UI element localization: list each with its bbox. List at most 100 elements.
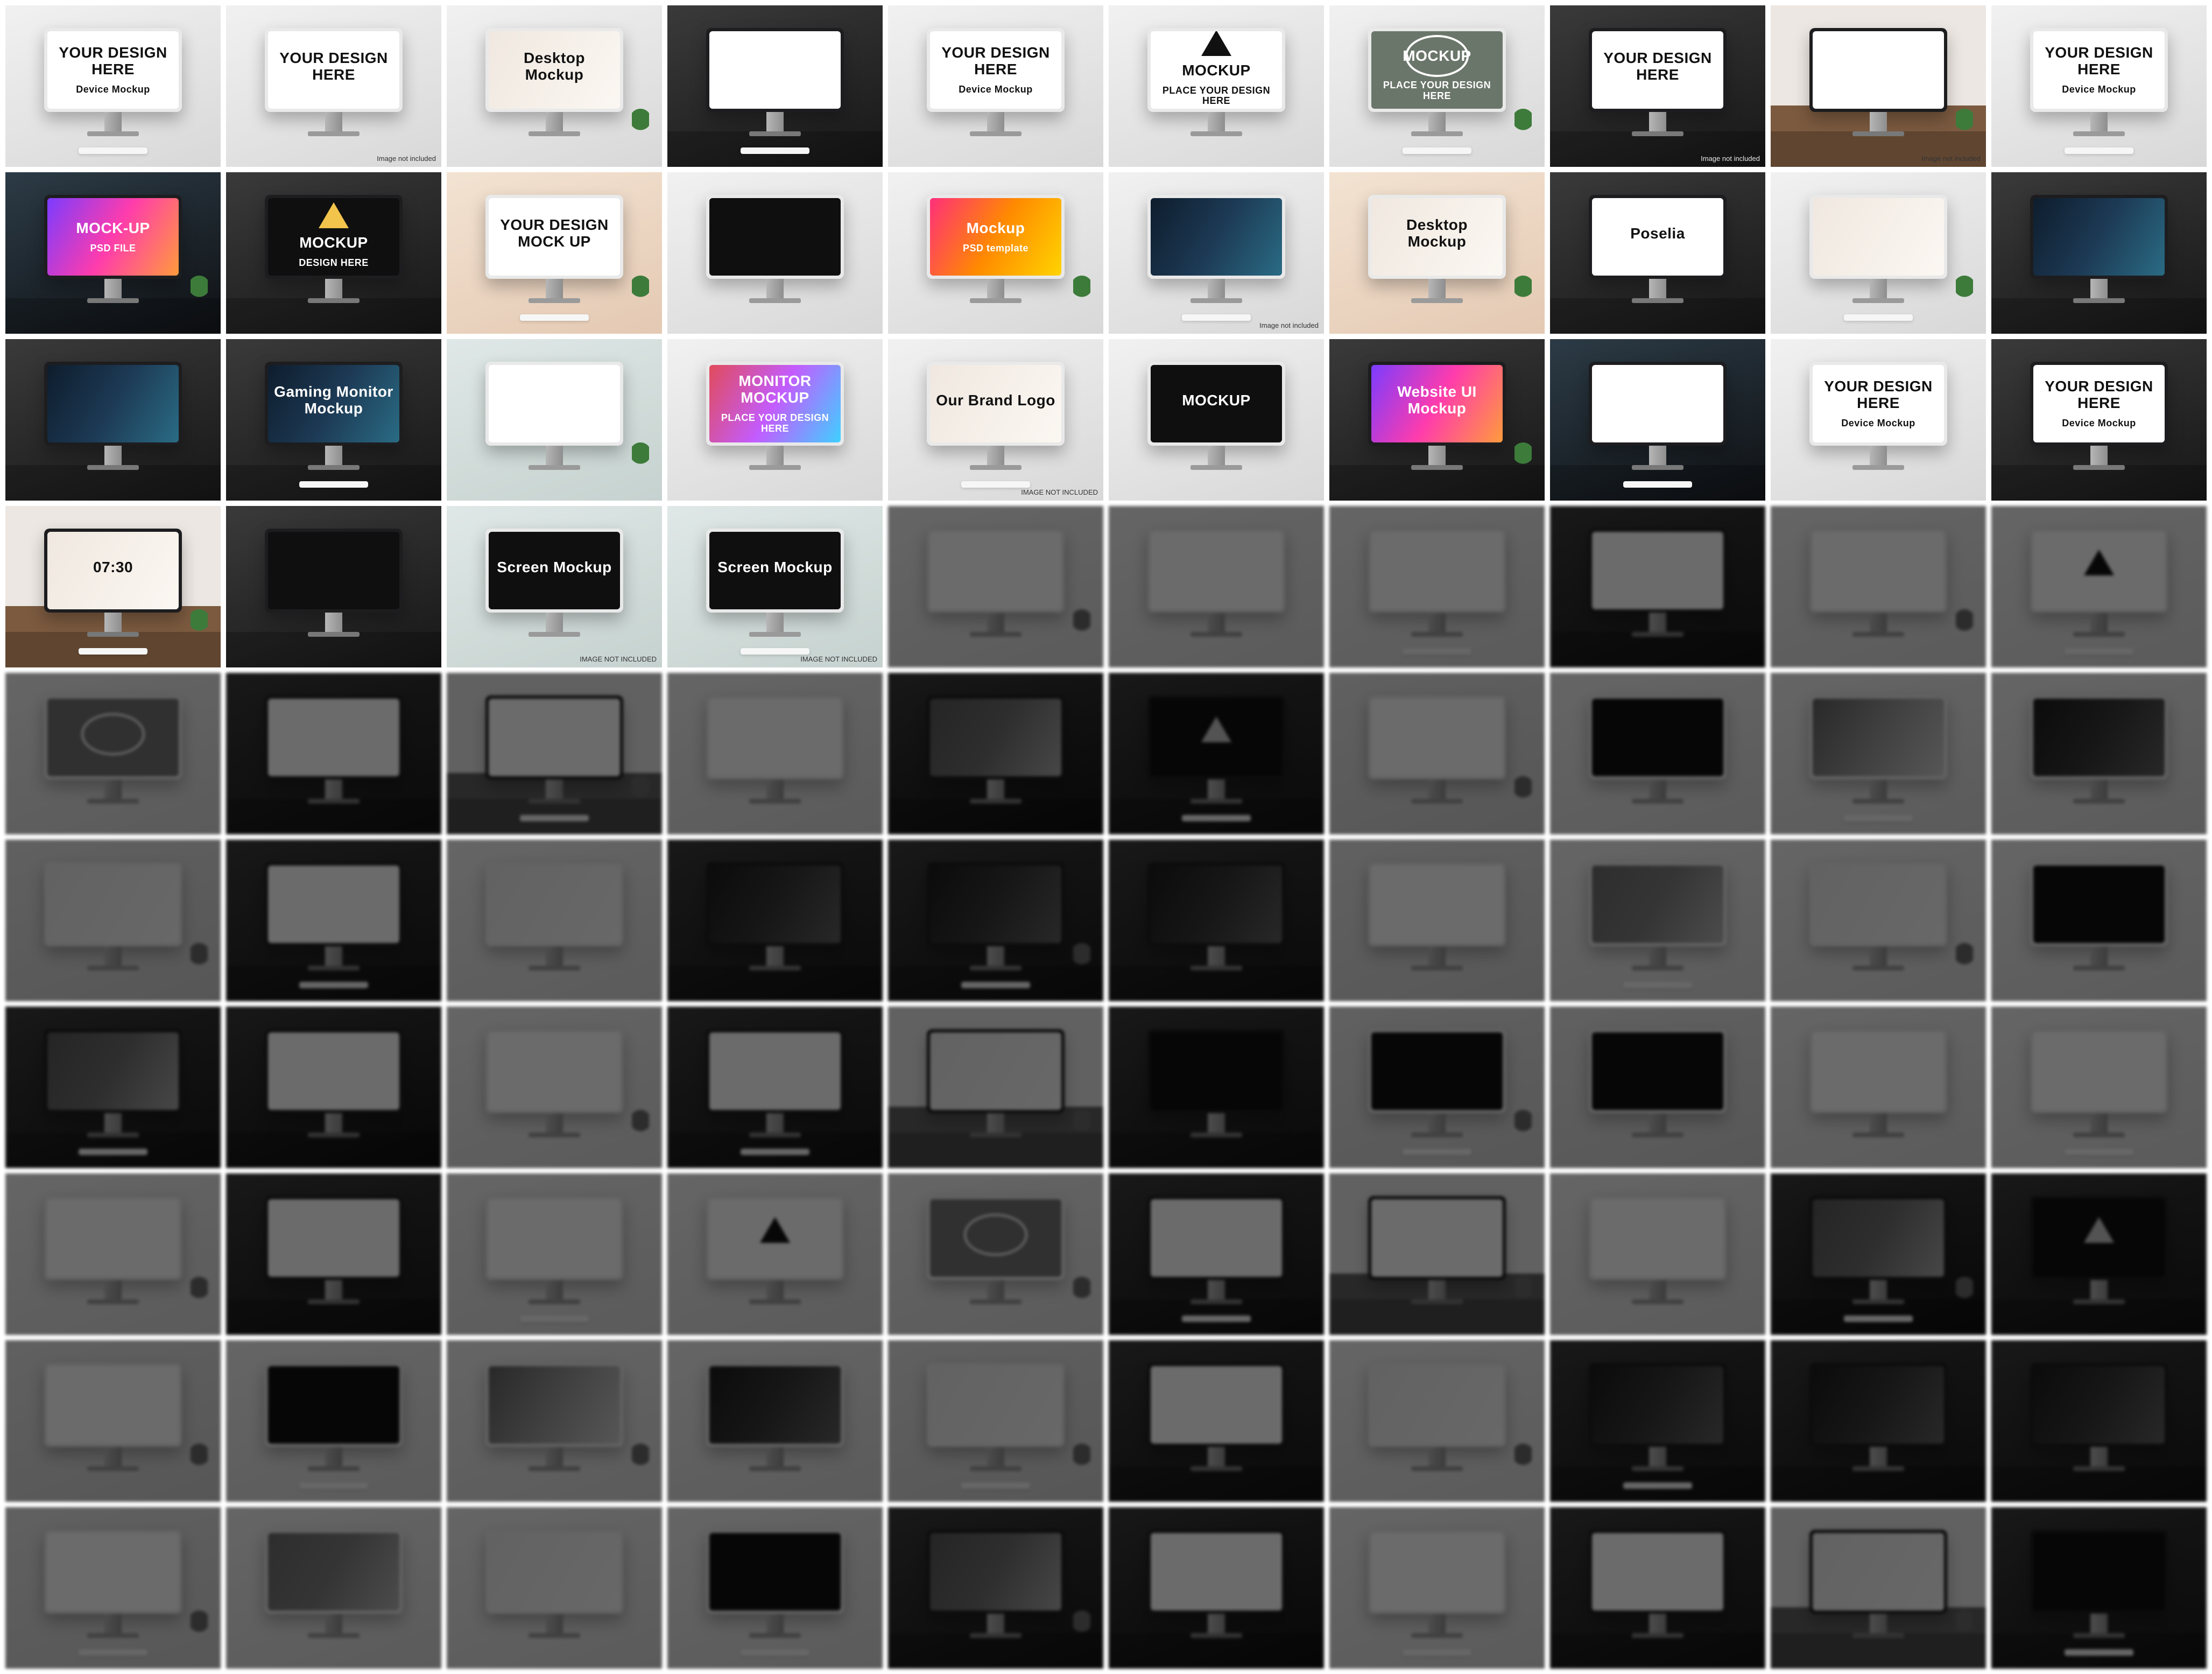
mockup-thumbnail[interactable]: YOUR DESIGN HERE Device Mockup bbox=[5, 5, 221, 167]
mockup-thumbnail[interactable] bbox=[1550, 1507, 1765, 1669]
mockup-thumbnail[interactable]: Our Brand Logo IMAGE NOT INCLUDED bbox=[888, 339, 1103, 501]
mockup-thumbnail[interactable]: 07:30 bbox=[5, 506, 221, 667]
mockup-thumbnail[interactable] bbox=[5, 1007, 221, 1168]
mockup-thumbnail[interactable]: YOUR DESIGN HERE Device Mockup bbox=[1771, 339, 1986, 501]
mockup-thumbnail[interactable] bbox=[1550, 339, 1765, 501]
mockup-thumbnail[interactable] bbox=[447, 1007, 662, 1168]
mockup-thumbnail[interactable] bbox=[888, 1173, 1103, 1335]
mockup-thumbnail[interactable] bbox=[5, 1507, 221, 1669]
mockup-thumbnail[interactable] bbox=[1771, 1173, 1986, 1335]
mockup-thumbnail[interactable] bbox=[1771, 172, 1986, 334]
mockup-thumbnail[interactable]: Desktop Mockup bbox=[447, 5, 662, 167]
mockup-thumbnail[interactable]: Screen Mockup IMAGE NOT INCLUDED bbox=[667, 506, 883, 667]
mockup-thumbnail[interactable] bbox=[1329, 1173, 1545, 1335]
mockup-thumbnail[interactable] bbox=[5, 840, 221, 1001]
mockup-thumbnail[interactable] bbox=[667, 1173, 883, 1335]
mockup-thumbnail[interactable] bbox=[1991, 172, 2207, 334]
mockup-thumbnail[interactable] bbox=[1109, 506, 1324, 667]
mockup-thumbnail[interactable] bbox=[226, 1007, 441, 1168]
mockup-thumbnail[interactable] bbox=[667, 673, 883, 834]
mockup-thumbnail[interactable] bbox=[667, 840, 883, 1001]
mockup-thumbnail[interactable]: YOUR DESIGN HERE Image not included bbox=[226, 5, 441, 167]
mockup-thumbnail[interactable] bbox=[888, 506, 1103, 667]
mockup-thumbnail[interactable] bbox=[226, 1173, 441, 1335]
mockup-thumbnail[interactable] bbox=[1771, 673, 1986, 834]
mockup-thumbnail[interactable] bbox=[447, 339, 662, 501]
mockup-thumbnail[interactable]: YOUR DESIGN MOCK UP bbox=[447, 172, 662, 334]
mockup-thumbnail[interactable]: MOCKUP DESIGN HERE bbox=[226, 172, 441, 334]
mockup-thumbnail[interactable] bbox=[5, 673, 221, 834]
mockup-thumbnail[interactable] bbox=[1550, 673, 1765, 834]
mockup-thumbnail[interactable] bbox=[226, 1340, 441, 1502]
mockup-thumbnail[interactable]: Poselia bbox=[1550, 172, 1765, 334]
mockup-thumbnail[interactable] bbox=[5, 1173, 221, 1335]
mockup-thumbnail[interactable]: MOCK-UP PSD FILE bbox=[5, 172, 221, 334]
mockup-thumbnail[interactable] bbox=[1991, 1340, 2207, 1502]
mockup-thumbnail[interactable]: Mockup PSD template bbox=[888, 172, 1103, 334]
mockup-thumbnail[interactable] bbox=[667, 172, 883, 334]
mockup-thumbnail[interactable] bbox=[888, 1507, 1103, 1669]
mockup-thumbnail[interactable] bbox=[1329, 1007, 1545, 1168]
mockup-thumbnail[interactable] bbox=[1991, 506, 2207, 667]
mockup-thumbnail[interactable] bbox=[888, 1340, 1103, 1502]
mockup-thumbnail[interactable]: Image not included bbox=[1771, 5, 1986, 167]
mockup-thumbnail[interactable] bbox=[1329, 840, 1545, 1001]
mockup-thumbnail[interactable] bbox=[1550, 1173, 1765, 1335]
mockup-thumbnail[interactable] bbox=[1550, 1007, 1765, 1168]
mockup-thumbnail[interactable] bbox=[1991, 1507, 2207, 1669]
mockup-thumbnail[interactable]: MOCKUP bbox=[1109, 339, 1324, 501]
mockup-thumbnail[interactable] bbox=[1771, 1507, 1986, 1669]
mockup-thumbnail[interactable] bbox=[226, 673, 441, 834]
mockup-thumbnail[interactable]: Website UI Mockup bbox=[1329, 339, 1545, 501]
mockup-thumbnail[interactable] bbox=[1771, 840, 1986, 1001]
mockup-thumbnail[interactable] bbox=[1771, 1007, 1986, 1168]
mockup-thumbnail[interactable] bbox=[226, 1507, 441, 1669]
mockup-thumbnail[interactable]: MOCKUP PLACE YOUR DESIGN HERE bbox=[1109, 5, 1324, 167]
mockup-thumbnail[interactable]: MOCKUP PLACE YOUR DESIGN HERE bbox=[1329, 5, 1545, 167]
mockup-thumbnail[interactable] bbox=[667, 1507, 883, 1669]
mockup-thumbnail[interactable]: YOUR DESIGN HERE Device Mockup bbox=[1991, 5, 2207, 167]
mockup-thumbnail[interactable] bbox=[447, 673, 662, 834]
mockup-thumbnail[interactable] bbox=[1109, 1340, 1324, 1502]
mockup-thumbnail[interactable] bbox=[1109, 673, 1324, 834]
mockup-thumbnail[interactable] bbox=[667, 5, 883, 167]
mockup-thumbnail[interactable] bbox=[1991, 673, 2207, 834]
mockup-thumbnail[interactable] bbox=[226, 840, 441, 1001]
mockup-thumbnail[interactable] bbox=[447, 1340, 662, 1502]
mockup-thumbnail[interactable] bbox=[1550, 840, 1765, 1001]
mockup-thumbnail[interactable] bbox=[447, 1507, 662, 1669]
mockup-thumbnail[interactable] bbox=[447, 840, 662, 1001]
mockup-thumbnail[interactable] bbox=[5, 1340, 221, 1502]
mockup-thumbnail[interactable] bbox=[226, 506, 441, 667]
mockup-thumbnail[interactable] bbox=[1991, 1007, 2207, 1168]
mockup-thumbnail[interactable] bbox=[5, 339, 221, 501]
mockup-thumbnail[interactable] bbox=[447, 1173, 662, 1335]
mockup-thumbnail[interactable]: YOUR DESIGN HERE Device Mockup bbox=[1991, 339, 2207, 501]
mockup-thumbnail[interactable] bbox=[888, 1007, 1103, 1168]
mockup-thumbnail[interactable]: MONITOR MOCKUP PLACE YOUR DESIGN HERE bbox=[667, 339, 883, 501]
mockup-thumbnail[interactable]: Screen Mockup IMAGE NOT INCLUDED bbox=[447, 506, 662, 667]
mockup-thumbnail[interactable] bbox=[667, 1340, 883, 1502]
mockup-thumbnail[interactable] bbox=[1771, 1340, 1986, 1502]
mockup-thumbnail[interactable] bbox=[1109, 840, 1324, 1001]
mockup-thumbnail[interactable] bbox=[667, 1007, 883, 1168]
mockup-thumbnail[interactable] bbox=[1109, 1007, 1324, 1168]
mockup-thumbnail[interactable] bbox=[1771, 506, 1986, 667]
mockup-thumbnail[interactable] bbox=[1109, 1173, 1324, 1335]
mockup-thumbnail[interactable]: YOUR DESIGN HERE Device Mockup bbox=[888, 5, 1103, 167]
mockup-thumbnail[interactable] bbox=[1991, 840, 2207, 1001]
mockup-thumbnail[interactable]: YOUR DESIGN HERE Image not included bbox=[1550, 5, 1765, 167]
mockup-thumbnail[interactable] bbox=[1109, 1507, 1324, 1669]
mockup-thumbnail[interactable] bbox=[1329, 1507, 1545, 1669]
mockup-thumbnail[interactable] bbox=[1550, 1340, 1765, 1502]
mockup-thumbnail[interactable] bbox=[1550, 506, 1765, 667]
mockup-thumbnail[interactable] bbox=[1991, 1173, 2207, 1335]
mockup-thumbnail[interactable]: Desktop Mockup bbox=[1329, 172, 1545, 334]
mockup-thumbnail[interactable] bbox=[888, 840, 1103, 1001]
mockup-thumbnail[interactable] bbox=[888, 673, 1103, 834]
mockup-thumbnail[interactable] bbox=[1329, 506, 1545, 667]
mockup-thumbnail[interactable]: Image not included bbox=[1109, 172, 1324, 334]
mockup-thumbnail[interactable] bbox=[1329, 1340, 1545, 1502]
mockup-thumbnail[interactable] bbox=[1329, 673, 1545, 834]
mockup-thumbnail[interactable]: Gaming Monitor Mockup bbox=[226, 339, 441, 501]
